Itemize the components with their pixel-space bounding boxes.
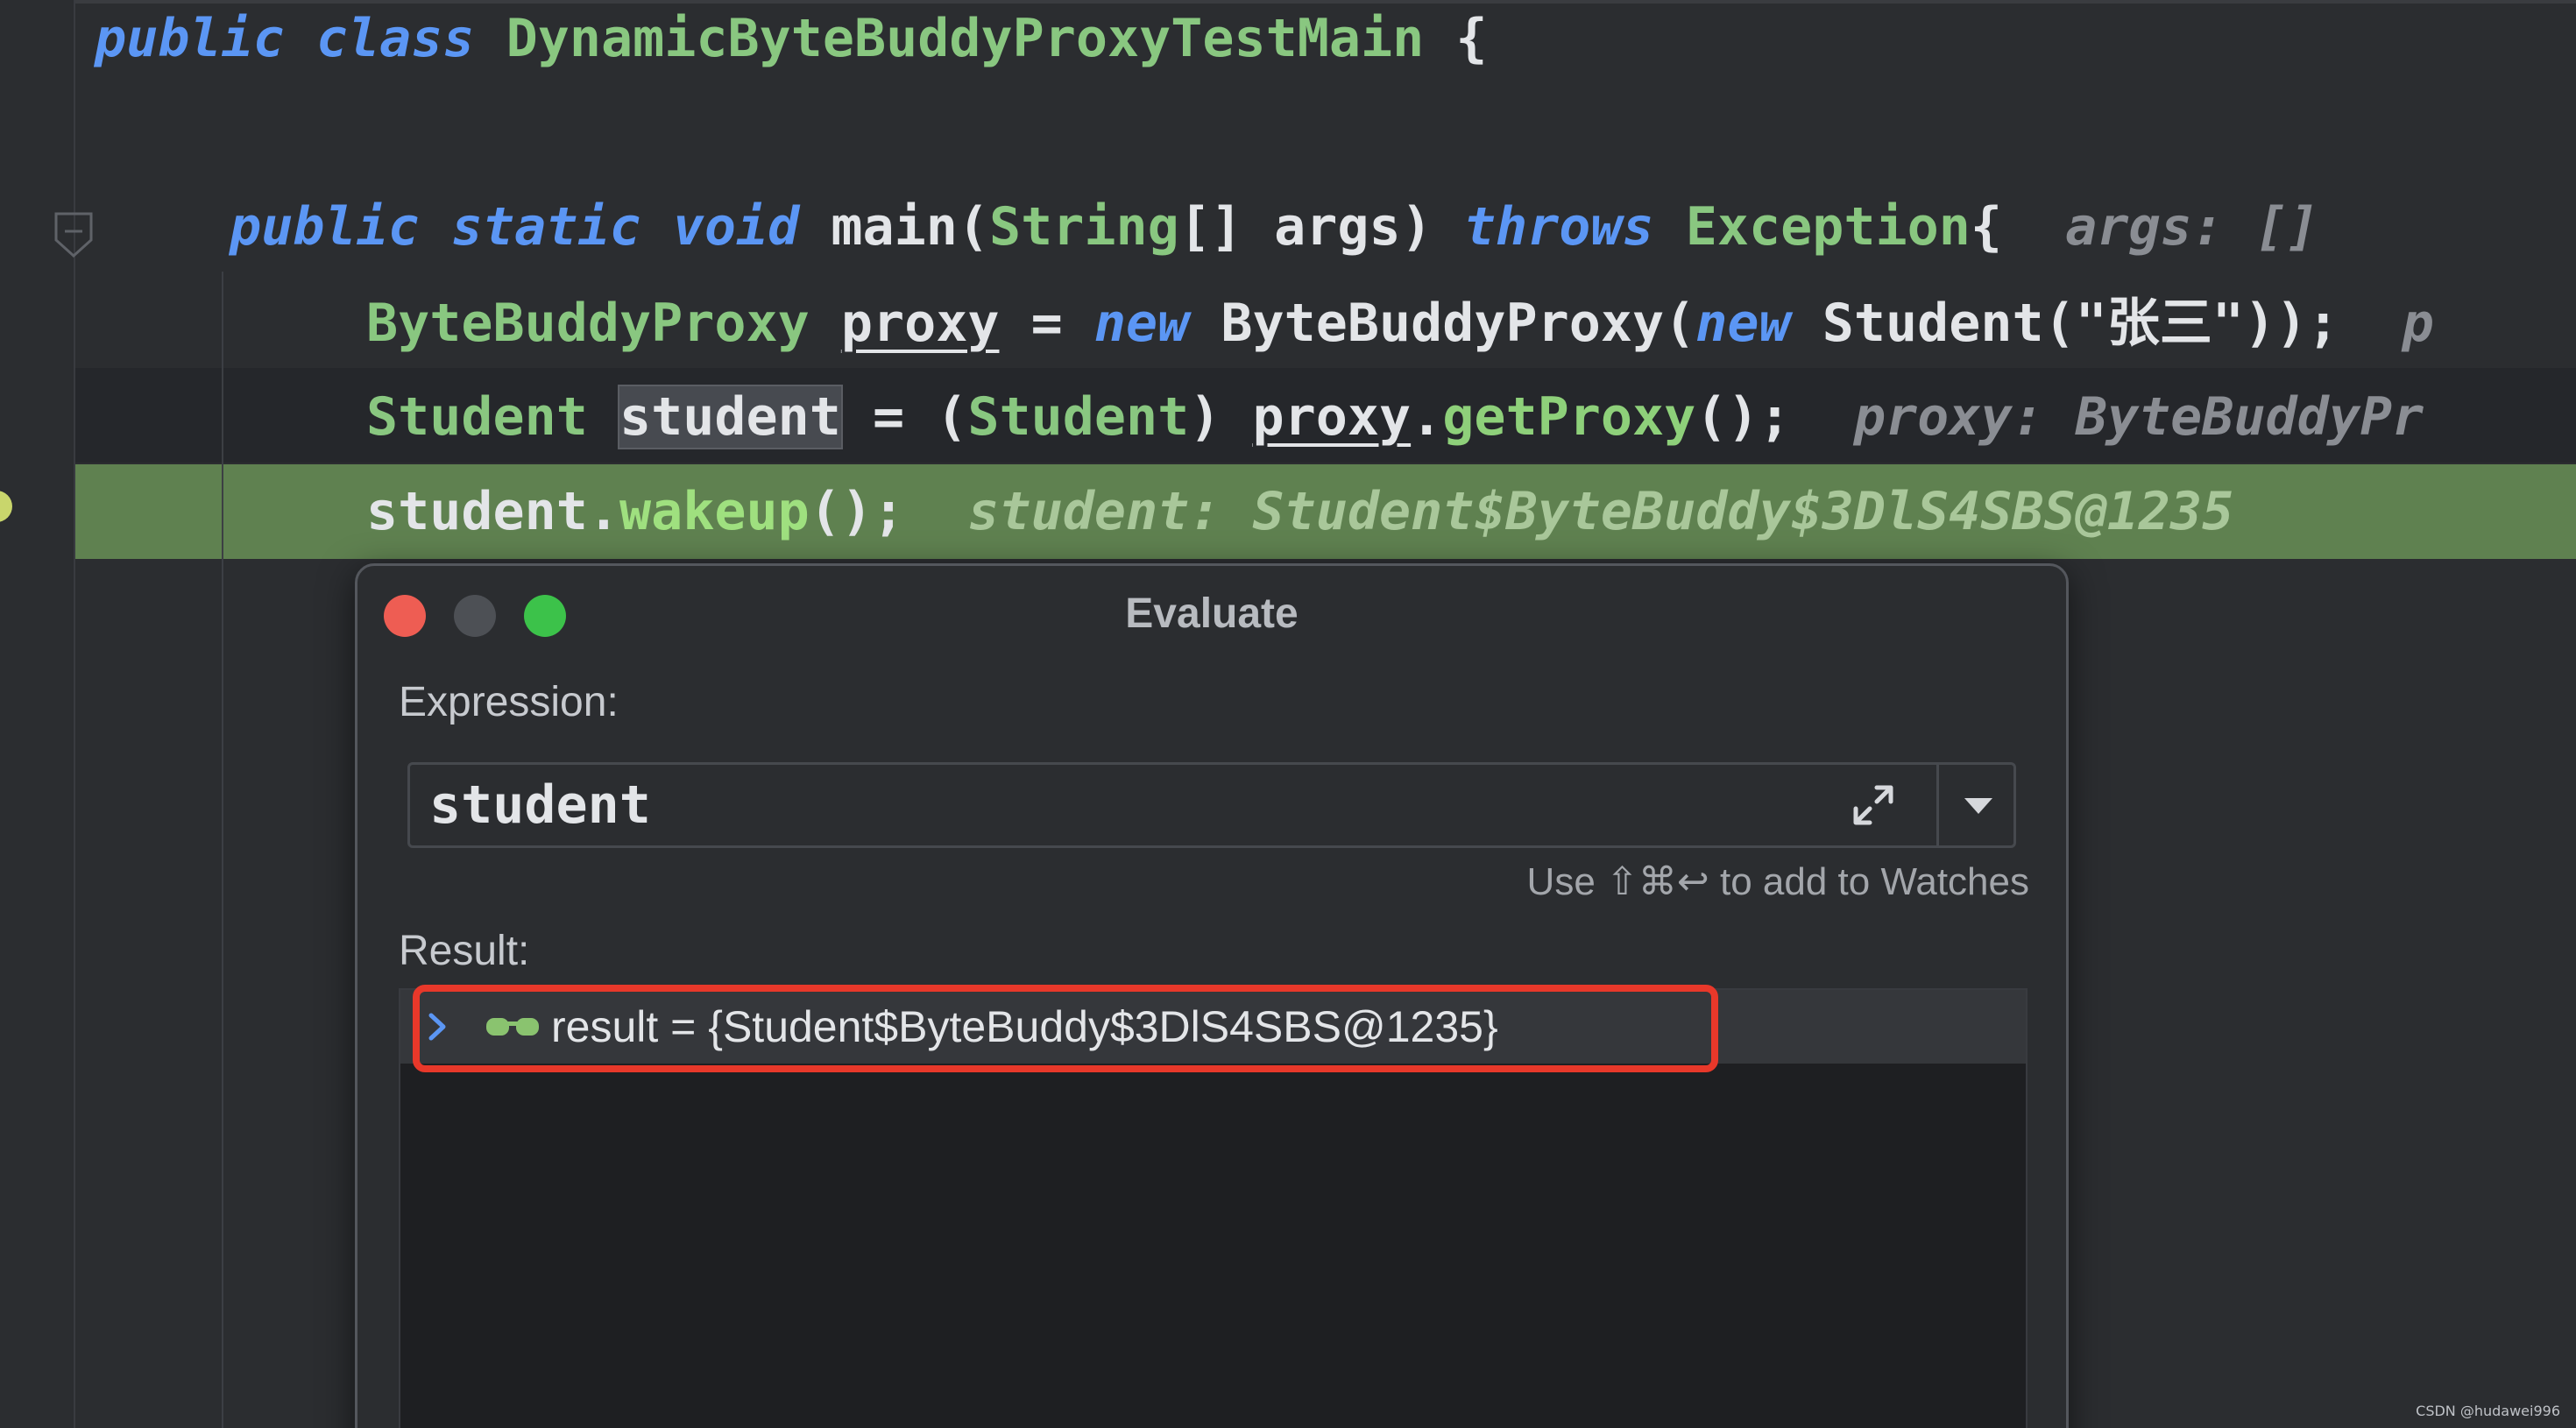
exception-type: Exception — [1685, 196, 1971, 258]
cast-type: Student — [967, 386, 1190, 448]
code-line-main-method[interactable]: public static void main(String[] args) t… — [230, 180, 2318, 274]
brace: { — [1455, 8, 1488, 69]
constructor-name: ByteBuddyProxy — [1221, 293, 1665, 354]
expand-icon[interactable] — [1847, 779, 1900, 831]
history-dropdown-icon[interactable] — [1943, 765, 2013, 845]
param-name: args — [1274, 196, 1401, 258]
inline-debug-hint: args: [] — [2065, 196, 2319, 258]
inline-debug-hint: student: Student$ByteBuddy$3DlS4SBS@1235 — [967, 481, 2234, 542]
minimize-window-button[interactable] — [454, 595, 496, 637]
keyword: public — [230, 196, 420, 258]
paren: ) — [1189, 386, 1221, 448]
code-line-class-declaration[interactable]: public class DynamicByteBuddyProxyTestMa… — [95, 0, 1487, 86]
fold-icon[interactable] — [53, 210, 95, 259]
call-tail: (); — [1695, 386, 1791, 448]
expression-value[interactable]: student — [429, 765, 651, 845]
paren: ) — [1400, 196, 1433, 258]
expression-input[interactable]: student — [407, 762, 2016, 848]
result-value: result = {Student$ByteBuddy$3DlS4SBS@123… — [551, 1002, 1498, 1051]
ide-window: public class DynamicByteBuddyProxyTestMa… — [0, 0, 2576, 1428]
string-args: ("张三")); — [2043, 293, 2339, 354]
watch-glasses-icon — [486, 1018, 539, 1036]
type-name: ByteBuddyProxy — [366, 293, 810, 354]
expression-label: Expression: — [399, 679, 619, 725]
type-name: String — [989, 196, 1179, 258]
variable-name: student — [366, 481, 588, 542]
watches-hint: Use ⇧⌘↩ to add to Watches — [1526, 860, 2029, 903]
paren: ( — [1664, 293, 1696, 354]
dialog-titlebar[interactable]: Evaluate — [357, 566, 2066, 662]
method-call: wakeup — [619, 481, 810, 542]
keyword: void — [672, 196, 800, 258]
dialog-title: Evaluate — [1125, 590, 1299, 637]
paren: ( — [936, 386, 968, 448]
type-name: Student — [366, 386, 588, 448]
result-tree-row[interactable]: result = {Student$ByteBuddy$3DlS4SBS@123… — [400, 990, 2026, 1064]
keyword: class — [315, 8, 475, 69]
inline-debug-hint: p — [2402, 293, 2434, 354]
keyword: public — [95, 8, 285, 69]
close-window-button[interactable] — [384, 595, 426, 637]
dot: . — [1411, 386, 1443, 448]
zoom-window-button[interactable] — [524, 595, 566, 637]
class-name: DynamicByteBuddyProxyTestMain — [506, 8, 1425, 69]
code-line-proxy-init[interactable]: ByteBuddyProxy proxy = new ByteBuddyProx… — [366, 276, 2434, 371]
selected-variable: student — [618, 385, 843, 449]
call-tail: (); — [809, 481, 905, 542]
keyword: static — [450, 196, 641, 258]
brace: { — [1970, 196, 2002, 258]
dropdown-divider — [1936, 765, 1939, 845]
code-line-student-init[interactable]: Student student = (Student) proxy.getPro… — [366, 370, 2424, 464]
evaluate-dialog: Evaluate Expression: student Use ⇧⌘↩ to … — [355, 563, 2069, 1428]
method-call: getProxy — [1442, 386, 1696, 448]
result-tree[interactable]: result = {Student$ByteBuddy$3DlS4SBS@123… — [399, 988, 2028, 1428]
code-line-wakeup-call[interactable]: student.wakeup(); student: Student$ByteB… — [366, 464, 2233, 559]
keyword: new — [1093, 293, 1190, 354]
variable-name: proxy — [840, 293, 1000, 354]
indent-guide — [222, 272, 223, 1428]
chevron-right-icon[interactable] — [421, 1011, 453, 1043]
watermark: CSDN @hudawei996 — [2416, 1403, 2560, 1419]
paren: ( — [957, 196, 989, 258]
operator: = — [873, 386, 905, 448]
array-brackets: [] — [1178, 196, 1242, 258]
result-label: Result: — [399, 928, 530, 974]
operator: = — [1030, 293, 1063, 354]
method-name: main — [831, 196, 958, 258]
keyword: new — [1695, 293, 1791, 354]
constructor-name: Student — [1822, 293, 2044, 354]
keyword: throws — [1463, 196, 1654, 258]
variable-name: proxy — [1252, 386, 1412, 448]
inline-debug-hint: proxy: ByteBuddyPr — [1853, 386, 2424, 448]
dot: . — [587, 481, 619, 542]
